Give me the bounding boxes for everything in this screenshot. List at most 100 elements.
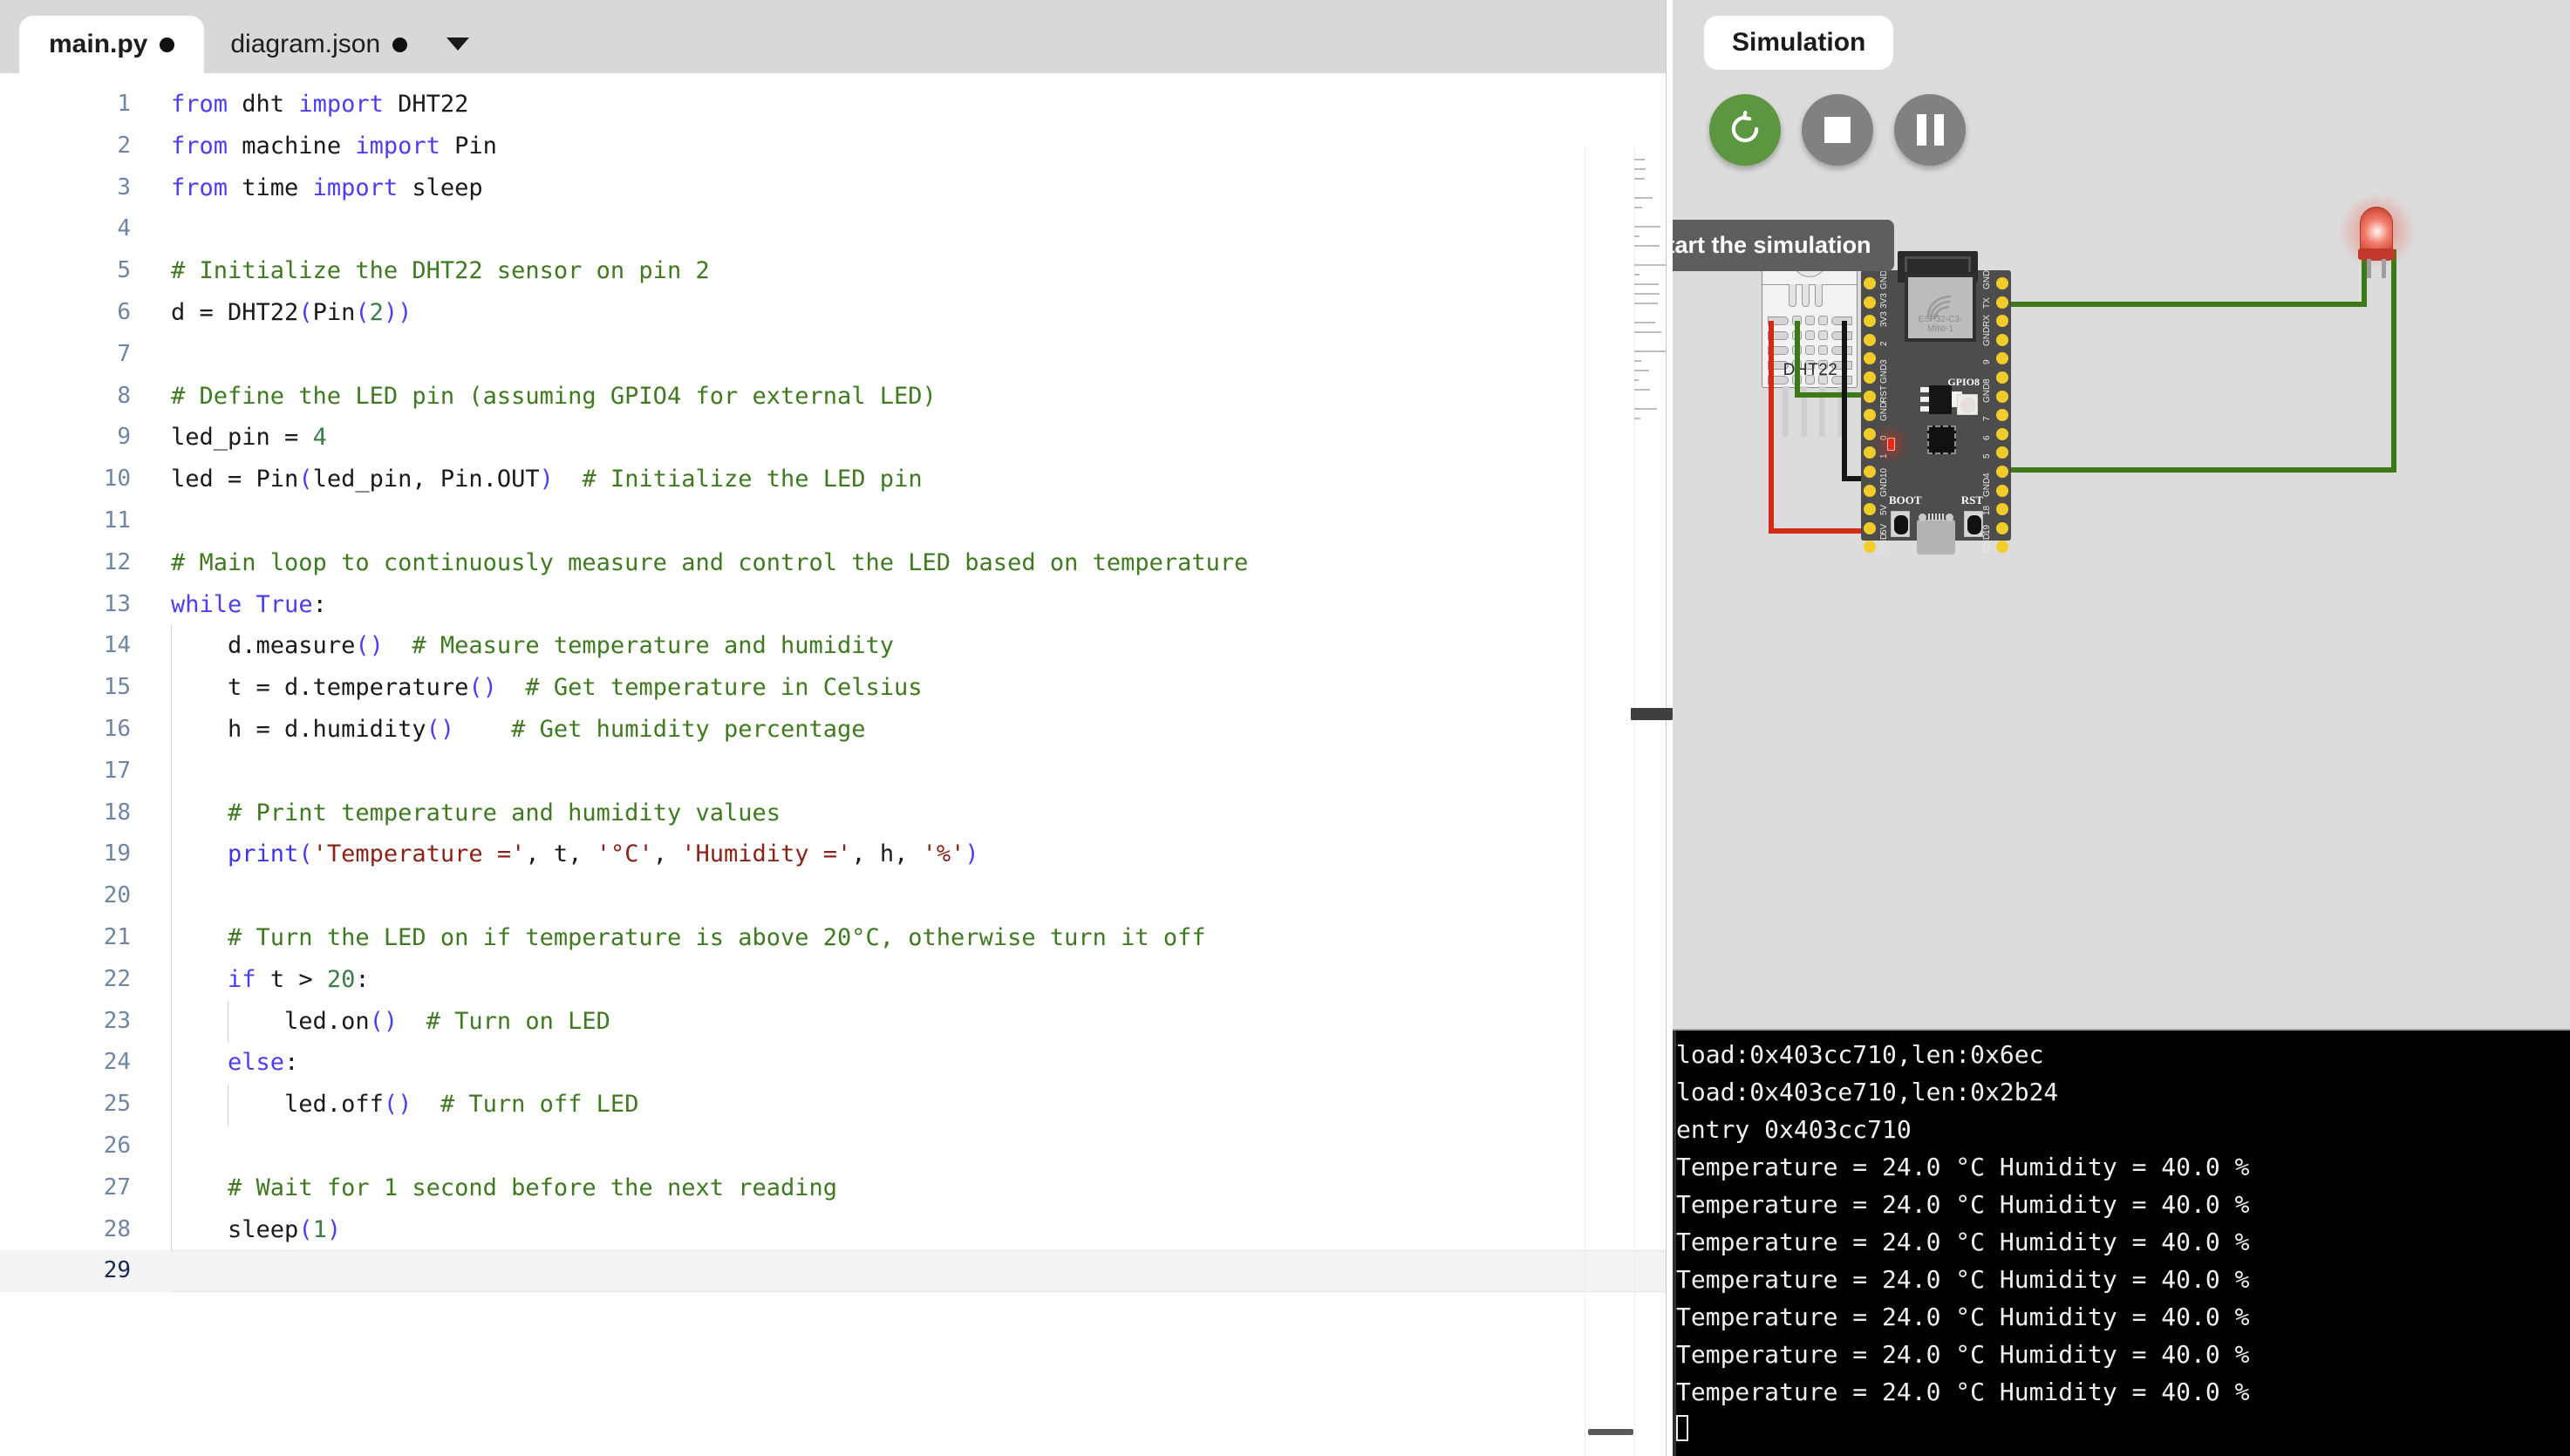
code-line[interactable]: 26 <box>0 1125 1666 1167</box>
pin-pad-5-9[interactable] <box>1996 446 2008 459</box>
reset-button[interactable] <box>1964 511 1983 537</box>
pin-pad-gnd-11[interactable] <box>1864 484 1876 497</box>
right-pin-pads[interactable] <box>1996 277 2008 554</box>
boot-button[interactable] <box>1891 511 1910 537</box>
pin-pad-7-7[interactable] <box>1996 409 2008 422</box>
restart-simulation-button[interactable] <box>1709 94 1781 166</box>
pin-pad-5v-13[interactable] <box>1864 521 1876 534</box>
code-line[interactable]: 13 while True: <box>0 584 1666 626</box>
code-line[interactable]: 7 <box>0 334 1666 376</box>
code-line[interactable]: 6 d = DHT22(Pin(2)) <box>0 292 1666 334</box>
pin-pad-8-5[interactable] <box>1996 371 2008 384</box>
horizontal-scrollbar[interactable] <box>1588 1429 1633 1435</box>
pin-pad-rx-2[interactable] <box>1996 315 2008 328</box>
tab-diagram-json[interactable]: diagram.json <box>204 16 433 73</box>
left-pin-pads[interactable] <box>1864 277 1876 554</box>
code-editor[interactable]: 1 from dht import DHT22 2 from machine impo… <box>0 73 1666 1456</box>
stop-simulation-button[interactable] <box>1802 94 1873 166</box>
code-line[interactable]: 29 <box>0 1250 1666 1293</box>
wire-led-cathode-horizontal[interactable] <box>2008 302 2367 307</box>
pin-label: 18 <box>1982 506 1992 516</box>
pin-pad-gnd-14[interactable] <box>1864 541 1876 554</box>
minimap-line <box>1634 408 1657 410</box>
pin-pad-6-8[interactable] <box>1996 427 2008 440</box>
pin-pad-18-12[interactable] <box>1996 503 2008 516</box>
code-text: d = DHT22(Pin(2)) <box>171 298 412 326</box>
pin-pad-19-13[interactable] <box>1996 521 2008 534</box>
pin-pad-9-4[interactable] <box>1996 352 2008 365</box>
line-number: 6 <box>117 298 131 325</box>
pin-pad-gnd-11[interactable] <box>1996 484 2008 497</box>
code-line[interactable]: 24 else: <box>0 1042 1666 1085</box>
wire-data-horizontal[interactable] <box>1795 392 1866 398</box>
gpio8-rgb-led[interactable] <box>1957 394 1978 415</box>
minimap-line <box>1634 303 1658 304</box>
pin-pad-10-10[interactable] <box>1864 465 1876 478</box>
pin-pad-0-8[interactable] <box>1864 427 1876 440</box>
code-line[interactable]: 4 <box>0 208 1666 250</box>
dht22-vent-row <box>1768 316 1853 325</box>
pane-splitter[interactable] <box>1631 0 1673 1456</box>
pin-pad-gnd-7[interactable] <box>1864 409 1876 422</box>
pin-pad-gnd-0[interactable] <box>1996 277 2008 289</box>
pin-pad-3v3-2[interactable] <box>1864 315 1876 328</box>
splitter-drag-handle[interactable] <box>1631 708 1673 720</box>
pin-pad-3v3-1[interactable] <box>1864 296 1876 309</box>
code-line[interactable]: 16 h = d.humidity() # Get humidity perce… <box>0 708 1666 751</box>
code-line[interactable]: 28 sleep(1) <box>0 1208 1666 1251</box>
pin-pad-gnd-3[interactable] <box>1996 333 2008 346</box>
code-line[interactable]: 1 from dht import DHT22 <box>0 84 1666 126</box>
code-text: while True: <box>171 590 327 618</box>
code-line[interactable]: 14 d.measure() # Measure temperature and… <box>0 625 1666 668</box>
minimap-line <box>1634 322 1655 323</box>
code-line[interactable]: 27 # Wait for 1 second before the next r… <box>0 1167 1666 1209</box>
console-scrollbar[interactable] <box>1673 1031 1676 1456</box>
code-line[interactable]: 18 # Print temperature and humidity valu… <box>0 792 1666 834</box>
tab-simulation[interactable]: Simulation <box>1704 16 1894 70</box>
pin-pad-1-9[interactable] <box>1864 446 1876 459</box>
code-line[interactable]: 12 # Main loop to continuously measure an… <box>0 542 1666 584</box>
pin-label: GND <box>1982 477 1992 497</box>
pin-pad-gnd-6[interactable] <box>1996 390 2008 403</box>
pin-pad-5v-12[interactable] <box>1864 503 1876 516</box>
pin-pad-2-3[interactable] <box>1864 333 1876 346</box>
wire-led-anode-horizontal[interactable] <box>2008 467 2396 473</box>
code-line[interactable]: 17 <box>0 750 1666 793</box>
code-line[interactable]: 5 # Initialize the DHT22 sensor on pin 2 <box>0 250 1666 292</box>
line-number: 2 <box>117 132 131 159</box>
code-line[interactable]: 23 led.on() # Turn on LED <box>0 1000 1666 1043</box>
code-line[interactable]: 10 led = Pin(led_pin, Pin.OUT) # Initiali… <box>0 459 1666 500</box>
chevron-down-icon[interactable] <box>433 16 482 73</box>
module-label: ESP32-C3-MINI-1 <box>1918 315 1963 334</box>
code-line[interactable]: 22 if t > 20: <box>0 958 1666 1001</box>
code-line[interactable]: 2 from machine import Pin <box>0 126 1666 167</box>
code-line[interactable]: 15 t = d.temperature() # Get temperature… <box>0 667 1666 709</box>
esp32-module-shield: ESP32-C3-MINI-1 <box>1905 274 1976 342</box>
code-line[interactable]: 21 # Turn the LED on if temperature is a… <box>0 916 1666 959</box>
code-line[interactable]: 11 <box>0 500 1666 542</box>
code-line[interactable]: 19 print('Temperature =', t, '°C', 'Humi… <box>0 833 1666 876</box>
code-line[interactable]: 25 led.off() # Turn off LED <box>0 1084 1666 1126</box>
code-line[interactable]: 20 <box>0 875 1666 917</box>
pin-pad-gnd-0[interactable] <box>1864 277 1876 289</box>
pin-pad-gnd-5[interactable] <box>1864 371 1876 384</box>
code-line[interactable]: 3 from time import sleep <box>0 167 1666 209</box>
code-line[interactable]: 8 # Define the LED pin (assuming GPIO4 fo… <box>0 376 1666 418</box>
pin-pad-gnd-14[interactable] <box>1996 541 2008 554</box>
tab-main-py[interactable]: main.py <box>19 16 205 73</box>
red-led[interactable] <box>2337 191 2417 308</box>
pause-simulation-button[interactable] <box>1894 94 1966 166</box>
minimap-line <box>1634 226 1660 228</box>
wire-data-vertical[interactable] <box>1795 321 1800 398</box>
code-lines[interactable]: 1 from dht import DHT22 2 from machine impo… <box>0 73 1666 1456</box>
wire-vcc-vertical[interactable] <box>1769 321 1774 534</box>
code-line[interactable]: 9 led_pin = 4 <box>0 417 1666 459</box>
circuit-canvas[interactable]: DHT22 ESP32-C3-MINI-1 GND 3V3 3V3 2 3 GN… <box>1673 174 2570 1029</box>
wire-gnd-vertical[interactable] <box>1842 321 1847 481</box>
pin-pad-tx-1[interactable] <box>1996 296 2008 309</box>
pin-pad-4-10[interactable] <box>1996 465 2008 478</box>
pin-pad-rst-6[interactable] <box>1864 390 1876 403</box>
esp32-c3-board[interactable]: ESP32-C3-MINI-1 GND 3V3 3V3 2 3 GND RST GND 0 1 10… <box>1861 251 2011 555</box>
serial-monitor[interactable]: load:0x403cc710,len:0x6ec load:0x403ce710… <box>1673 1029 2570 1456</box>
pin-pad-3-4[interactable] <box>1864 352 1876 365</box>
